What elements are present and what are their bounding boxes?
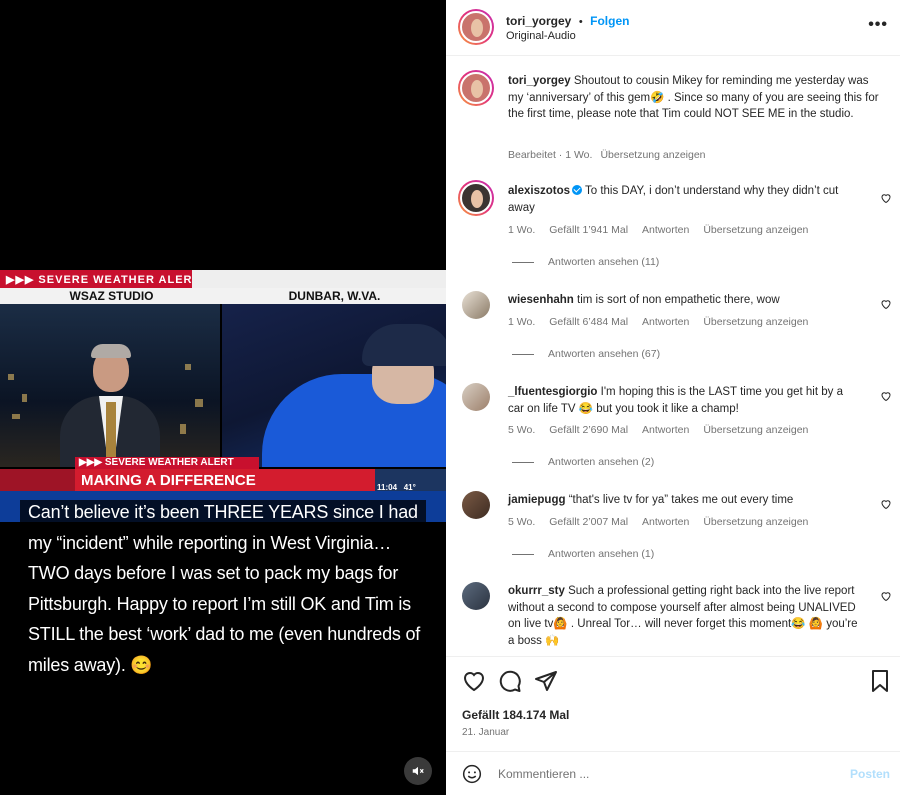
comment-body: _lfuentesgiorgio I'm hoping this is the … [508, 384, 858, 417]
more-options-icon[interactable]: ••• [868, 16, 888, 34]
comment-username[interactable]: alexiszotos [508, 185, 570, 197]
audio-label[interactable]: Original-Audio [506, 30, 576, 42]
comment-age: 1 Wo. [508, 316, 536, 328]
comment-likes[interactable]: Gefällt 6’484 Mal [549, 316, 628, 328]
like-comment-heart-icon[interactable] [880, 298, 892, 310]
comment-username[interactable]: jamiepugg [508, 494, 566, 506]
author-avatar[interactable] [458, 9, 494, 45]
post-header: tori_yorgey • Folgen Original-Audio ••• [446, 0, 900, 56]
tv-alert-banner: ▶▶▶ SEVERE WEATHER ALERT [0, 270, 192, 288]
verified-badge-icon [572, 185, 582, 195]
comment-meta: 5 Wo. Gefällt 2’690 Mal Antworten Übersetzu… [508, 424, 822, 436]
post-date[interactable]: 21. Januar [462, 727, 509, 738]
view-replies-label: Antworten ansehen (1) [548, 548, 655, 560]
caption-edited: Bearbeitet · 1 Wo. [508, 149, 593, 161]
author-username[interactable]: tori_yorgey [506, 14, 571, 28]
lower-third-headline: MAKING A DIFFERENCE [75, 469, 375, 491]
caption-comment-body: tori_yorgey Shoutout to cousin Mikey for… [508, 73, 880, 123]
comment-composer: Posten [446, 751, 900, 795]
translate-link[interactable]: Übersetzung anzeigen [703, 224, 808, 236]
field-reporter-shot [222, 304, 446, 467]
view-replies-label: Antworten ansehen (11) [548, 256, 660, 268]
caption-translate-link[interactable]: Übersetzung anzeigen [600, 149, 705, 161]
studio-anchor-shot [0, 304, 220, 467]
header-separator: • [578, 16, 583, 28]
reply-button[interactable]: Antworten [642, 316, 689, 328]
like-comment-heart-icon[interactable] [880, 590, 892, 602]
comment-meta: 1 Wo. Gefällt 6’484 Mal Antworten Übersetzu… [508, 316, 822, 328]
video-player[interactable]: ▶▶▶ SEVERE WEATHER ALERT WSAZ STUDIO DUN… [0, 0, 446, 795]
view-replies-button[interactable]: Antworten ansehen (67) [512, 348, 660, 360]
reply-button[interactable]: Antworten [642, 516, 689, 528]
comment-username[interactable]: wiesenhahn [508, 294, 574, 306]
view-replies-button[interactable]: Antworten ansehen (2) [512, 456, 654, 468]
speaker-muted-icon [412, 766, 424, 776]
comment-body: okurrr_sty Such a professional getting r… [508, 583, 858, 649]
tv-location-left: WSAZ STUDIO [69, 289, 154, 303]
comment-body: wiesenhahn tim is sort of non empathetic… [508, 292, 858, 309]
save-bookmark-icon[interactable] [868, 669, 892, 693]
comment-username[interactable]: _lfuentesgiorgio [508, 386, 597, 398]
video-caption: Can’t believe it’s been THREE YEARS sinc… [20, 497, 430, 680]
emoji-icon[interactable] [462, 764, 482, 784]
like-comment-heart-icon[interactable] [880, 390, 892, 402]
comment-likes[interactable]: Gefällt 2’007 Mal [549, 516, 628, 528]
comment-likes[interactable]: Gefällt 1’941 Mal [549, 224, 628, 236]
post-comment-button[interactable]: Posten [850, 767, 890, 781]
post-actions: Gefällt 184.174 Mal 21. Januar [446, 656, 900, 751]
likes-count[interactable]: Gefällt 184.174 Mal [462, 708, 569, 722]
mute-button[interactable] [404, 757, 432, 785]
tv-alert-stripe [192, 270, 446, 288]
comments-list[interactable]: tori_yorgey Shoutout to cousin Mikey for… [446, 56, 900, 656]
view-replies-button[interactable]: Antworten ansehen (11) [512, 256, 659, 268]
view-replies-label: Antworten ansehen (2) [548, 456, 655, 468]
comment-input[interactable] [498, 763, 828, 785]
like-comment-heart-icon[interactable] [880, 498, 892, 510]
comment-meta: 1 Wo. Gefällt 1’941 Mal Antworten Übersetzu… [508, 224, 822, 236]
comment-age: 1 Wo. [508, 224, 536, 236]
anchor-figure [55, 344, 165, 467]
comment-avatar[interactable] [462, 291, 490, 319]
like-heart-icon[interactable] [462, 669, 486, 693]
comment-text: “that's live tv for ya” takes me out eve… [568, 494, 794, 506]
translate-link[interactable]: Übersetzung anzeigen [703, 424, 808, 436]
tv-location-right: DUNBAR, W.VA. [288, 289, 381, 303]
comment-body: alexiszotos To this DAY, i don’t underst… [508, 183, 858, 216]
comment-meta: 5 Wo. Gefällt 2’007 Mal Antworten Übersetzu… [508, 516, 822, 528]
follow-button[interactable]: Folgen [590, 14, 629, 28]
view-replies-button[interactable]: Antworten ansehen (1) [512, 548, 654, 560]
comment-avatar[interactable] [462, 383, 490, 411]
lower-third-left [0, 469, 75, 491]
comment-text: tim is sort of non empathetic there, wow [577, 294, 780, 306]
like-comment-heart-icon[interactable] [880, 192, 892, 204]
video-caption-text: Can’t believe it’s been THREE YEARS sinc… [20, 500, 429, 677]
caption-comment-meta: Bearbeitet · 1 Wo. Übersetzung anzeigen [508, 149, 720, 161]
lower-third-alert: ▶▶▶ SEVERE WEATHER ALERT [75, 457, 259, 469]
news-broadcast-frame: ▶▶▶ SEVERE WEATHER ALERT WSAZ STUDIO DUN… [0, 270, 446, 522]
caption-comment-username[interactable]: tori_yorgey [508, 75, 571, 87]
caption-author-avatar[interactable] [458, 70, 494, 106]
comment-username[interactable]: okurrr_sty [508, 585, 565, 597]
comment-avatar[interactable] [462, 491, 490, 519]
share-paper-plane-icon[interactable] [534, 669, 558, 693]
comment-age: 5 Wo. [508, 516, 536, 528]
post-sidebar: tori_yorgey • Folgen Original-Audio ••• … [446, 0, 900, 795]
comment-avatar[interactable] [458, 180, 494, 216]
view-replies-label: Antworten ansehen (67) [548, 348, 661, 360]
translate-link[interactable]: Übersetzung anzeigen [703, 316, 808, 328]
comment-age: 5 Wo. [508, 424, 536, 436]
comment-bubble-icon[interactable] [498, 669, 522, 693]
comment-body: jamiepugg “that's live tv for ya” takes … [508, 492, 858, 509]
comment-likes[interactable]: Gefällt 2’690 Mal [549, 424, 628, 436]
comment-avatar[interactable] [462, 582, 490, 610]
reply-button[interactable]: Antworten [642, 424, 689, 436]
tv-location-bar: WSAZ STUDIO DUNBAR, W.VA. [0, 288, 446, 304]
translate-link[interactable]: Übersetzung anzeigen [703, 516, 808, 528]
reply-button[interactable]: Antworten [642, 224, 689, 236]
